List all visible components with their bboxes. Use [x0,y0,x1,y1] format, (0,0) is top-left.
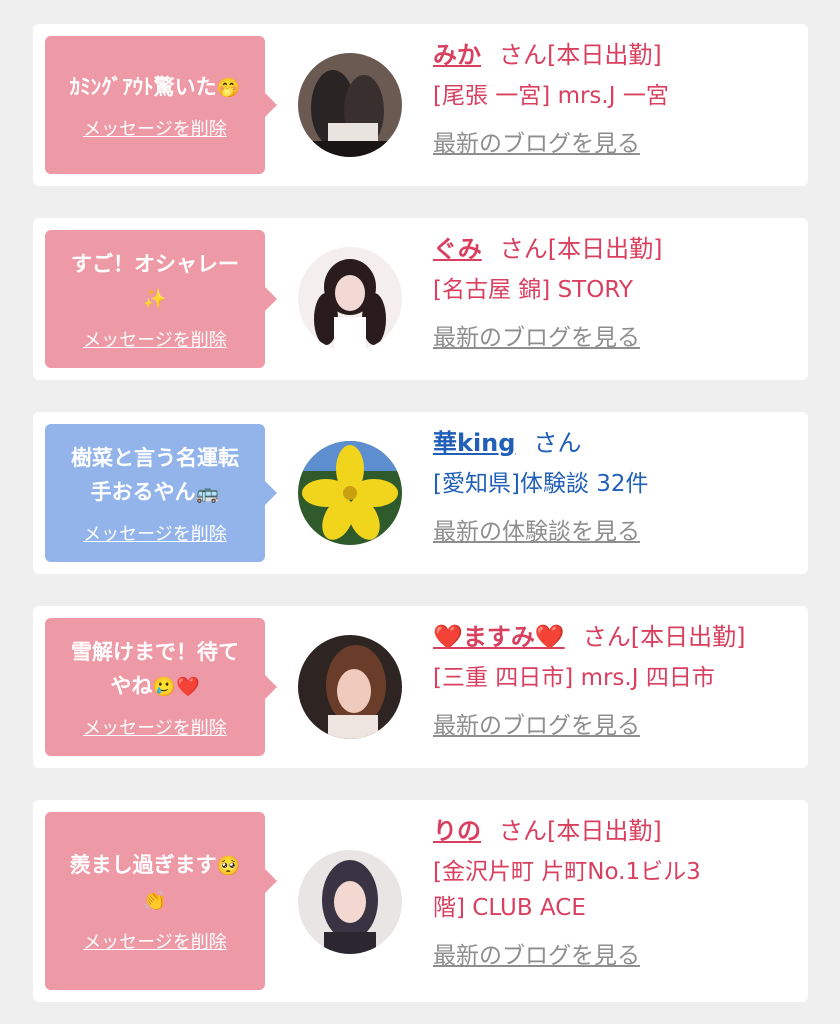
message-text: ｶﾐﾝｸﾞｱｳﾄ驚いた🤭 [69,74,241,99]
cast-info: りの さん[本日出勤] [金沢片町 片町No.1ビル3 階] CLUB ACE 最… [433,812,803,970]
name-suffix: さん[本日出勤] [499,817,662,845]
avatar[interactable] [298,247,402,351]
name-suffix: さん [533,429,582,457]
shop-detail: [三重 四日市] mrs.J 四日市 [433,665,715,691]
avatar[interactable] [298,850,402,954]
delete-message-link[interactable]: メッセージを削除 [83,520,227,546]
message-text: 樹菜と言う名運転 手おるやん🚌 [71,445,239,504]
message-bubble: ｶﾐﾝｸﾞｱｳﾄ驚いた🤭 メッセージを削除 [45,36,277,174]
message-text: すご！オシャレー ✨ [71,251,239,310]
cast-info: 華king さん [愛知県]体験談 32件 最新の体験談を見る [433,424,803,546]
message-text: 羨まし過ぎます🥺 👏 [69,853,241,912]
message-bubble: 羨まし過ぎます🥺 👏 メッセージを削除 [45,812,277,990]
cast-name-link[interactable]: りの [433,817,481,845]
message-text: 雪解けまで！待て やね🥲❤️ [71,639,239,698]
delete-message-link[interactable]: メッセージを削除 [83,928,227,954]
shop-detail: [名古屋 錦] STORY [433,277,633,303]
latest-review-link[interactable]: 最新の体験談を見る [433,512,640,546]
cast-info: ❤️ますみ❤️ さん[本日出勤] [三重 四日市] mrs.J 四日市 最新のブロ… [433,618,803,740]
avatar[interactable] [298,53,402,157]
delete-message-link[interactable]: メッセージを削除 [83,326,227,352]
message-card: 雪解けまで！待て やね🥲❤️ メッセージを削除 ❤️ますみ❤️ さん[本日出勤] … [33,606,808,768]
name-suffix: さん[本日出勤] [582,623,746,651]
delete-message-link[interactable]: メッセージを削除 [83,115,227,141]
shop-detail: [尾張 一宮] mrs.J 一宮 [433,83,669,109]
cast-info: みか さん[本日出勤] [尾張 一宮] mrs.J 一宮 最新のブログを見る [433,36,803,158]
message-card: ｶﾐﾝｸﾞｱｳﾄ驚いた🤭 メッセージを削除 みか さん[本日出勤] [尾張 一宮]… [33,24,808,186]
cast-info: ぐみ さん[本日出勤] [名古屋 錦] STORY 最新のブログを見る [433,230,803,352]
cast-name-link[interactable]: みか [433,41,481,69]
reviewer-name-link[interactable]: 華king [433,429,515,457]
name-suffix: さん[本日出勤] [499,235,663,263]
message-bubble: 樹菜と言う名運転 手おるやん🚌 メッセージを削除 [45,424,277,562]
message-bubble: すご！オシャレー ✨ メッセージを削除 [45,230,277,368]
latest-blog-link[interactable]: 最新のブログを見る [433,706,640,740]
review-detail: [愛知県]体験談 32件 [433,471,649,497]
latest-blog-link[interactable]: 最新のブログを見る [433,124,640,158]
avatar[interactable] [298,635,402,739]
message-card: 羨まし過ぎます🥺 👏 メッセージを削除 りの さん[本日出勤] [金沢片町 片町N… [33,800,808,1002]
latest-blog-link[interactable]: 最新のブログを見る [433,318,640,352]
message-card: すご！オシャレー ✨ メッセージを削除 ぐみ さん[本日出勤] [名古屋 錦] ST… [33,218,808,380]
message-bubble: 雪解けまで！待て やね🥲❤️ メッセージを削除 [45,618,277,756]
latest-blog-link[interactable]: 最新のブログを見る [433,936,640,970]
delete-message-link[interactable]: メッセージを削除 [83,714,227,740]
cast-name-link[interactable]: ぐみ [433,235,482,263]
shop-detail: [金沢片町 片町No.1ビル3 階] CLUB ACE [433,859,701,921]
avatar[interactable] [298,441,402,545]
cast-name-link[interactable]: ❤️ますみ❤️ [433,623,565,651]
message-card: 樹菜と言う名運転 手おるやん🚌 メッセージを削除 華king さん [愛知県]体験… [33,412,808,574]
name-suffix: さん[本日出勤] [499,41,662,69]
